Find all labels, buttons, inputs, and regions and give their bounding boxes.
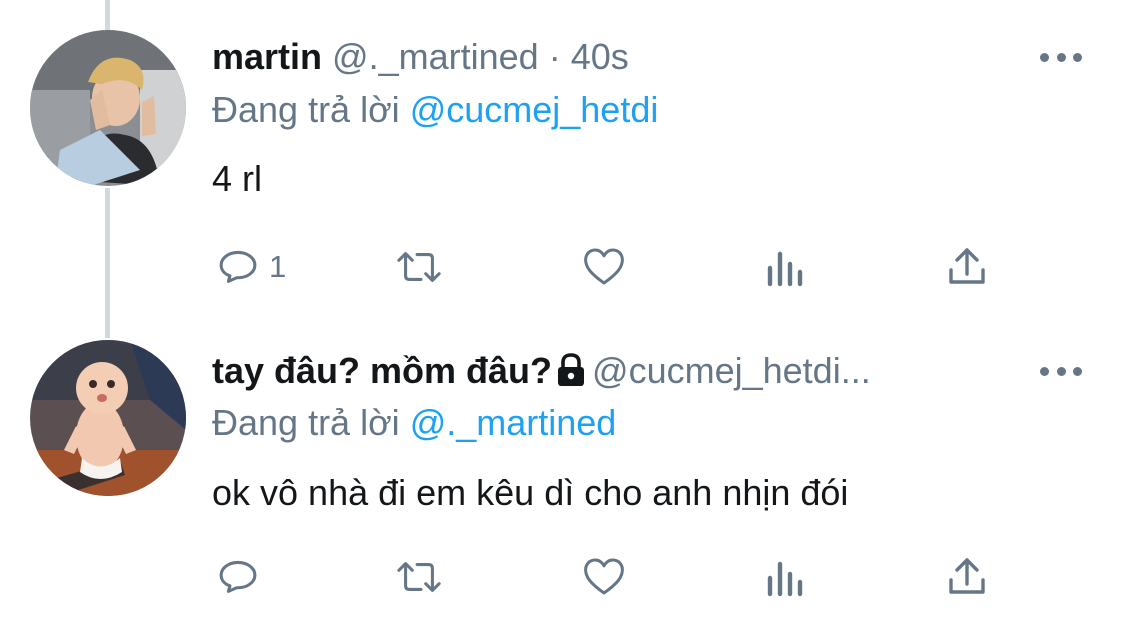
tweet-text: ok vô nhà đi em kêu dì cho anh nhịn đói (212, 472, 849, 513)
replying-to-mention[interactable]: @cucmej_hetdi (410, 89, 659, 130)
share-icon (949, 558, 985, 594)
user-handle[interactable]: @._martined (332, 36, 539, 77)
heart-icon (584, 248, 624, 285)
reply-icon (219, 560, 257, 593)
reply-button[interactable] (215, 554, 269, 600)
more-icon[interactable] (1040, 364, 1082, 378)
lock-icon (558, 353, 585, 387)
thread-line-middle (105, 188, 110, 338)
like-button[interactable] (580, 552, 628, 600)
replying-to: Đang trả lời @cucmej_hetdi (212, 89, 658, 131)
replying-to-label: Đang trả lời (212, 89, 410, 130)
display-name[interactable]: martin (212, 36, 322, 77)
reply-count: 1 (269, 249, 287, 284)
analytics-icon (767, 251, 803, 287)
avatar[interactable] (30, 340, 186, 496)
retweet-icon (397, 562, 441, 592)
share-button[interactable] (945, 244, 989, 288)
header-separator: · (538, 36, 571, 77)
like-button[interactable] (580, 242, 628, 290)
replying-to-label: Đang trả lời (212, 402, 410, 443)
share-button[interactable] (945, 554, 989, 598)
display-name[interactable]: tay đâu? mồm đâu? (212, 350, 552, 391)
replying-to-mention[interactable]: @._martined (410, 402, 617, 443)
tweet-header: martin @._martined · 40s (212, 36, 629, 78)
retweet-icon (397, 252, 441, 282)
retweet-button[interactable] (393, 244, 445, 290)
retweet-button[interactable] (393, 554, 445, 600)
analytics-icon (767, 561, 803, 597)
reply-button[interactable]: 1 (215, 244, 286, 290)
more-icon[interactable] (1040, 50, 1082, 64)
heart-icon (584, 558, 624, 595)
reply-icon (219, 250, 257, 283)
timestamp[interactable]: 40s (571, 36, 629, 77)
avatar-photo-baby (30, 340, 186, 496)
analytics-button[interactable] (766, 558, 806, 598)
tweet-header: tay đâu? mồm đâu? @cucmej_hetdi... (212, 350, 871, 393)
replying-to: Đang trả lời @._martined (212, 402, 616, 444)
analytics-button[interactable] (766, 248, 806, 288)
avatar[interactable] (30, 30, 186, 186)
tweet-text: 4 rl (212, 158, 263, 199)
avatar-photo-martin (30, 30, 186, 186)
user-handle[interactable]: @cucmej_hetdi... (592, 350, 871, 391)
thread-line-top (105, 0, 110, 30)
share-icon (949, 248, 985, 284)
